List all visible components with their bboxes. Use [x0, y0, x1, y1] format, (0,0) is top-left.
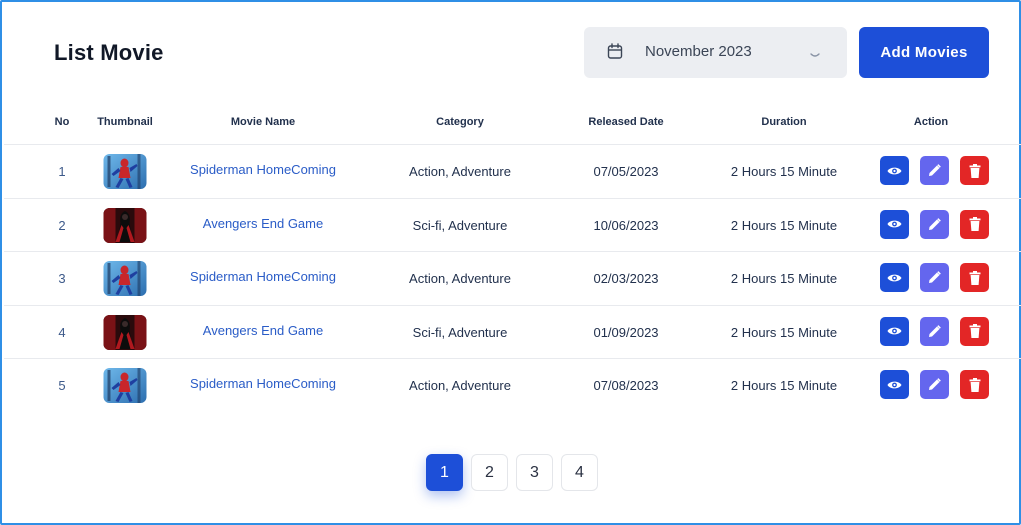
- table-row: 1 Spiderman HomeComing Action, Adventure…: [4, 145, 1021, 199]
- movie-thumbnail: [103, 154, 147, 189]
- movie-released-date: 07/08/2023: [593, 378, 659, 393]
- edit-button[interactable]: [920, 370, 949, 399]
- movie-thumbnail: [103, 261, 147, 296]
- trash-icon: [969, 324, 981, 338]
- pencil-icon: [928, 378, 941, 391]
- table-row: 4 Avengers End Game Sci-fi, Adventure 01…: [4, 306, 1021, 359]
- movie-duration: 2 Hours 15 Minute: [730, 217, 838, 233]
- movie-name-link[interactable]: Spiderman HomeComing: [190, 376, 336, 391]
- delete-button[interactable]: [960, 263, 989, 292]
- movie-name-link[interactable]: Avengers End Game: [203, 323, 323, 338]
- page-title: List Movie: [54, 40, 164, 65]
- column-header-released-date: Released Date: [588, 116, 664, 128]
- movie-duration: 2 Hours 15 Minute: [730, 164, 838, 179]
- column-header-movie-name: Movie Name: [230, 116, 296, 128]
- view-button[interactable]: [880, 156, 909, 185]
- view-button[interactable]: [880, 209, 909, 239]
- column-header-category: Category: [436, 116, 484, 128]
- trash-icon: [969, 377, 981, 392]
- movie-name-link[interactable]: Spiderman HomeComing: [190, 269, 336, 284]
- delete-button[interactable]: [960, 370, 989, 399]
- column-header-no: No: [54, 116, 70, 128]
- table-body: 1 Spiderman HomeComing Action, Adventure…: [4, 145, 1021, 413]
- movie-thumbnail: [103, 207, 147, 243]
- row-number: 1: [58, 164, 66, 179]
- month-select[interactable]: November 2023: [584, 27, 847, 78]
- movie-released-date: 10/06/2023: [593, 217, 659, 233]
- chevron-down-icon: [809, 47, 821, 65]
- eye-icon: [887, 273, 902, 283]
- movie-category: Sci-fi, Adventure: [412, 217, 508, 233]
- calendar-icon: [607, 43, 623, 65]
- trash-icon: [969, 217, 981, 231]
- movie-released-date: 07/05/2023: [593, 164, 659, 179]
- row-number: 4: [58, 324, 66, 340]
- table-row: 2 Avengers End Game Sci-fi, Adventure 10…: [4, 199, 1021, 252]
- trash-icon: [969, 163, 981, 178]
- page-button-4[interactable]: 4: [561, 454, 598, 491]
- movie-thumbnail: [103, 314, 147, 350]
- row-number: 5: [58, 378, 66, 393]
- movie-category: Action, Adventure: [409, 378, 511, 393]
- pencil-icon: [928, 164, 941, 177]
- movie-thumbnail: [103, 368, 147, 403]
- table-header: No Thumbnail Movie Name Category Release…: [4, 102, 1021, 145]
- pagination: 1234: [426, 454, 598, 491]
- eye-icon: [887, 166, 902, 176]
- edit-button[interactable]: [920, 263, 949, 292]
- delete-button[interactable]: [960, 316, 989, 346]
- column-header-duration: Duration: [761, 116, 807, 128]
- page-button-3[interactable]: 3: [516, 454, 553, 491]
- delete-button[interactable]: [960, 156, 989, 185]
- view-button[interactable]: [880, 370, 909, 399]
- pencil-icon: [928, 217, 941, 231]
- movie-category: Action, Adventure: [409, 271, 511, 286]
- eye-icon: [887, 380, 902, 390]
- movie-name-link[interactable]: Spiderman HomeComing: [190, 162, 336, 177]
- movie-duration: 2 Hours 15 Minute: [730, 271, 838, 286]
- trash-icon: [969, 270, 981, 285]
- movie-duration: 2 Hours 15 Minute: [730, 378, 838, 393]
- movie-released-date: 02/03/2023: [593, 271, 659, 286]
- pencil-icon: [928, 324, 941, 338]
- delete-button[interactable]: [960, 209, 989, 239]
- table-row: 3 Spiderman HomeComing Action, Adventure…: [4, 252, 1021, 306]
- row-number: 3: [58, 271, 66, 286]
- eye-icon: [887, 326, 902, 336]
- view-button[interactable]: [880, 263, 909, 292]
- edit-button[interactable]: [920, 316, 949, 346]
- add-movies-button[interactable]: Add Movies: [859, 27, 989, 78]
- month-select-value: November 2023: [645, 43, 752, 60]
- movie-category: Sci-fi, Adventure: [412, 324, 508, 340]
- movie-released-date: 01/09/2023: [593, 324, 659, 340]
- column-header-action: Action: [913, 116, 949, 128]
- page-button-2[interactable]: 2: [471, 454, 508, 491]
- view-button[interactable]: [880, 316, 909, 346]
- movie-duration: 2 Hours 15 Minute: [730, 324, 838, 340]
- page-button-1[interactable]: 1: [426, 454, 463, 491]
- movie-name-link[interactable]: Avengers End Game: [203, 216, 323, 231]
- edit-button[interactable]: [920, 156, 949, 185]
- movie-category: Action, Adventure: [409, 164, 511, 179]
- pencil-icon: [928, 271, 941, 284]
- movie-table: No Thumbnail Movie Name Category Release…: [4, 102, 1021, 413]
- movie-list-panel: List Movie November 2023 Add Movies No T…: [0, 0, 1021, 525]
- eye-icon: [887, 219, 902, 229]
- row-number: 2: [58, 217, 66, 233]
- table-row: 5 Spiderman HomeComing Action, Adventure…: [4, 359, 1021, 413]
- edit-button[interactable]: [920, 209, 949, 239]
- column-header-thumbnail: Thumbnail: [97, 116, 153, 128]
